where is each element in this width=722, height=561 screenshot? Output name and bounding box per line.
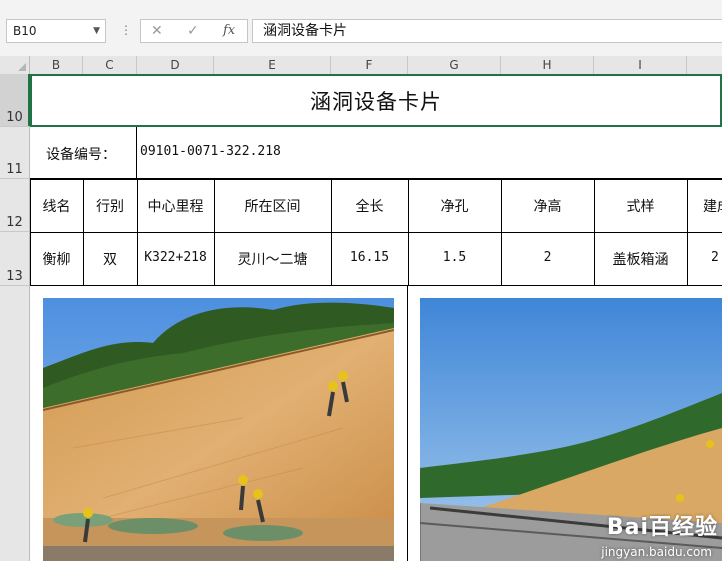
chevron-down-icon[interactable]: ▼ bbox=[93, 20, 100, 42]
column-header-i[interactable]: I bbox=[594, 56, 687, 74]
column-headers: B C D E F G H I bbox=[0, 56, 722, 75]
culvert-photo-1[interactable] bbox=[43, 298, 394, 561]
header-center-mileage: 中心里程 bbox=[147, 199, 204, 215]
header-direction: 行别 bbox=[96, 199, 124, 215]
name-box-value: B10 bbox=[13, 24, 37, 38]
header-built: 建成 bbox=[703, 199, 722, 215]
select-all-corner[interactable] bbox=[0, 56, 30, 74]
column-header-h[interactable]: H bbox=[501, 56, 594, 74]
cancel-icon[interactable]: ✕ bbox=[151, 20, 163, 42]
header-clear-height: 净高 bbox=[533, 199, 562, 215]
baidu-watermark-url: jingyan.baidu.com bbox=[601, 545, 712, 559]
device-number-label: 设备编号： bbox=[46, 147, 116, 163]
row-header-10[interactable]: 10 bbox=[0, 74, 30, 127]
value-direction[interactable]: 双 bbox=[83, 249, 137, 269]
row-headers: 10 11 12 13 bbox=[0, 74, 30, 561]
header-clear-span: 净孔 bbox=[440, 199, 469, 215]
name-box[interactable]: B10 ▼ bbox=[6, 19, 106, 43]
formula-bar: B10 ▼ ⋮ ✕ ✓ fx 涵洞设备卡片 bbox=[0, 8, 722, 57]
value-line-name[interactable]: 衡柳 bbox=[30, 249, 83, 269]
row-header-11[interactable]: 11 bbox=[0, 127, 29, 179]
column-header-e[interactable]: E bbox=[214, 56, 331, 74]
value-type[interactable]: 盖板箱涵 bbox=[594, 249, 687, 269]
value-center-mileage[interactable]: K322+218 bbox=[137, 250, 214, 265]
column-header-c[interactable]: C bbox=[83, 56, 137, 74]
row-header-12[interactable]: 12 bbox=[0, 179, 29, 232]
formula-input[interactable]: 涵洞设备卡片 bbox=[252, 19, 722, 43]
column-header-g[interactable]: G bbox=[408, 56, 501, 74]
worksheet-grid[interactable]: 涵洞设备卡片 设备编号： 09101-0071-322.218 线名 行别 中心… bbox=[30, 74, 722, 561]
culvert-photo-2[interactable]: Bai百经验 jingyan.baidu.com bbox=[420, 298, 722, 561]
value-built[interactable]: 2 bbox=[687, 250, 722, 265]
header-line-name: 线名 bbox=[42, 199, 71, 215]
header-type: 式样 bbox=[626, 199, 655, 215]
header-total-length: 全长 bbox=[355, 199, 384, 215]
column-header-j[interactable] bbox=[687, 56, 722, 74]
column-header-f[interactable]: F bbox=[331, 56, 408, 74]
column-header-d[interactable]: D bbox=[137, 56, 214, 74]
column-header-b[interactable]: B bbox=[30, 56, 83, 74]
value-clear-span[interactable]: 1.5 bbox=[408, 250, 501, 265]
value-section[interactable]: 灵川～二塘 bbox=[214, 249, 331, 269]
more-options-icon[interactable]: ⋮ bbox=[120, 24, 132, 36]
value-total-length[interactable]: 16.15 bbox=[331, 250, 408, 265]
device-number-value[interactable]: 09101-0071-322.218 bbox=[140, 144, 281, 159]
formula-buttons: ✕ ✓ fx bbox=[140, 19, 248, 43]
card-title-cell[interactable]: 涵洞设备卡片 bbox=[30, 74, 722, 127]
enter-icon[interactable]: ✓ bbox=[187, 20, 199, 42]
header-section: 所在区间 bbox=[244, 199, 301, 215]
insert-function-icon[interactable]: fx bbox=[223, 20, 235, 42]
row-header-13[interactable]: 13 bbox=[0, 232, 29, 286]
value-clear-height[interactable]: 2 bbox=[501, 250, 594, 265]
baidu-watermark-logo: Bai百经验 bbox=[606, 515, 718, 540]
